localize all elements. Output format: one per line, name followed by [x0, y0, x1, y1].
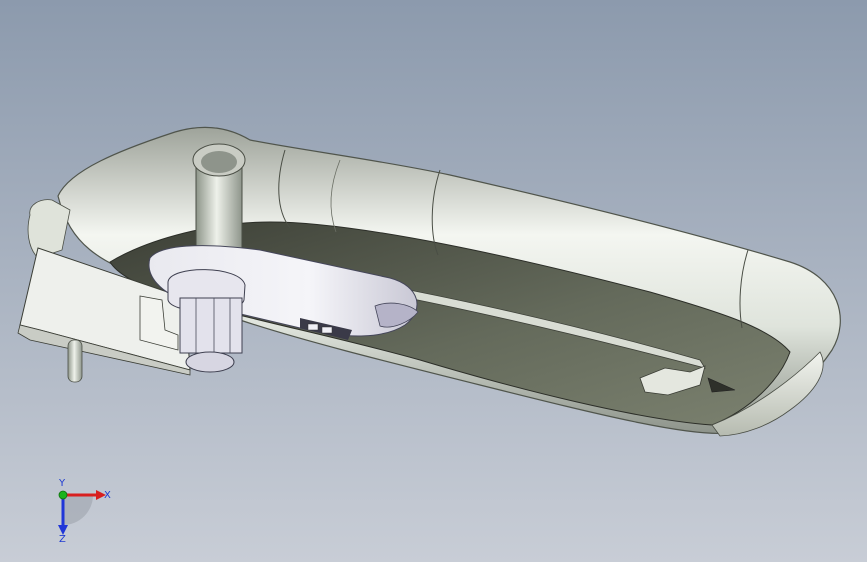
z-axis-label: Z: [59, 534, 66, 545]
post-top-inner: [201, 151, 237, 173]
model-view[interactable]: X Z Y: [0, 0, 867, 562]
plate-tab-1: [307, 323, 319, 331]
graphics-viewport[interactable]: X Z Y: [0, 0, 867, 562]
y-axis-label: Y: [58, 478, 66, 489]
pin: [67, 339, 83, 383]
plate-tab-2: [321, 326, 333, 334]
y-axis-dot: [58, 490, 68, 500]
bushing-body: [179, 297, 243, 354]
bushing-base: [185, 351, 235, 373]
x-axis-label: X: [104, 490, 111, 501]
